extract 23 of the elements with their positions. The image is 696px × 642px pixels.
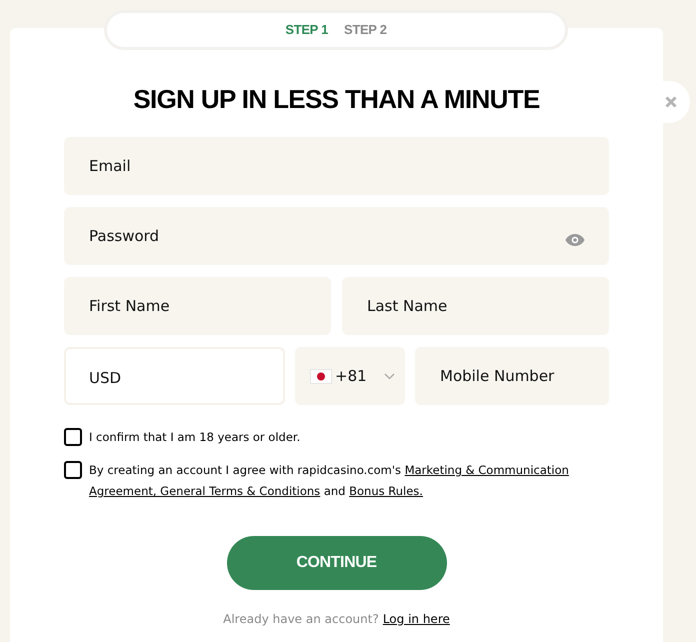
step-tab[interactable]: STEP 1: [285, 20, 328, 40]
login-prompt: Already have an account?: [223, 611, 379, 628]
form-title: SIGN UP IN LESS THAN A MINUTE: [133, 86, 540, 112]
terms-link[interactable]: Agreement, General Terms & Conditions: [89, 484, 320, 498]
country-code-select[interactable]: +81: [295, 347, 405, 405]
email-field[interactable]: Email: [64, 137, 609, 195]
consent-text: I confirm that I am 18 years or older.: [89, 429, 300, 446]
mobile-number-field[interactable]: Mobile Number: [415, 347, 609, 405]
continue-button[interactable]: CONTINUE: [226, 536, 446, 590]
terms-link[interactable]: Marketing & Communication: [404, 463, 569, 477]
flag-icon: [310, 368, 332, 384]
checkbox[interactable]: [64, 428, 82, 446]
last-name-field[interactable]: Last Name: [342, 277, 609, 335]
consent-text: By creating an account I agree with rapidcasino.com's Marketing & Communication Agreement, General Terms & Conditions and Bonus Rules.: [89, 462, 570, 500]
chevron-down-icon: [384, 372, 395, 380]
terms-link[interactable]: Bonus Rules.: [349, 484, 423, 498]
first-name-field[interactable]: First Name: [64, 277, 331, 335]
eye-icon[interactable]: [565, 233, 585, 247]
close-icon: [665, 96, 677, 108]
currency-field[interactable]: USD: [64, 347, 285, 405]
password-field[interactable]: Password: [64, 207, 609, 265]
login-link[interactable]: Log in here: [382, 610, 450, 628]
checkbox[interactable]: [64, 461, 82, 479]
